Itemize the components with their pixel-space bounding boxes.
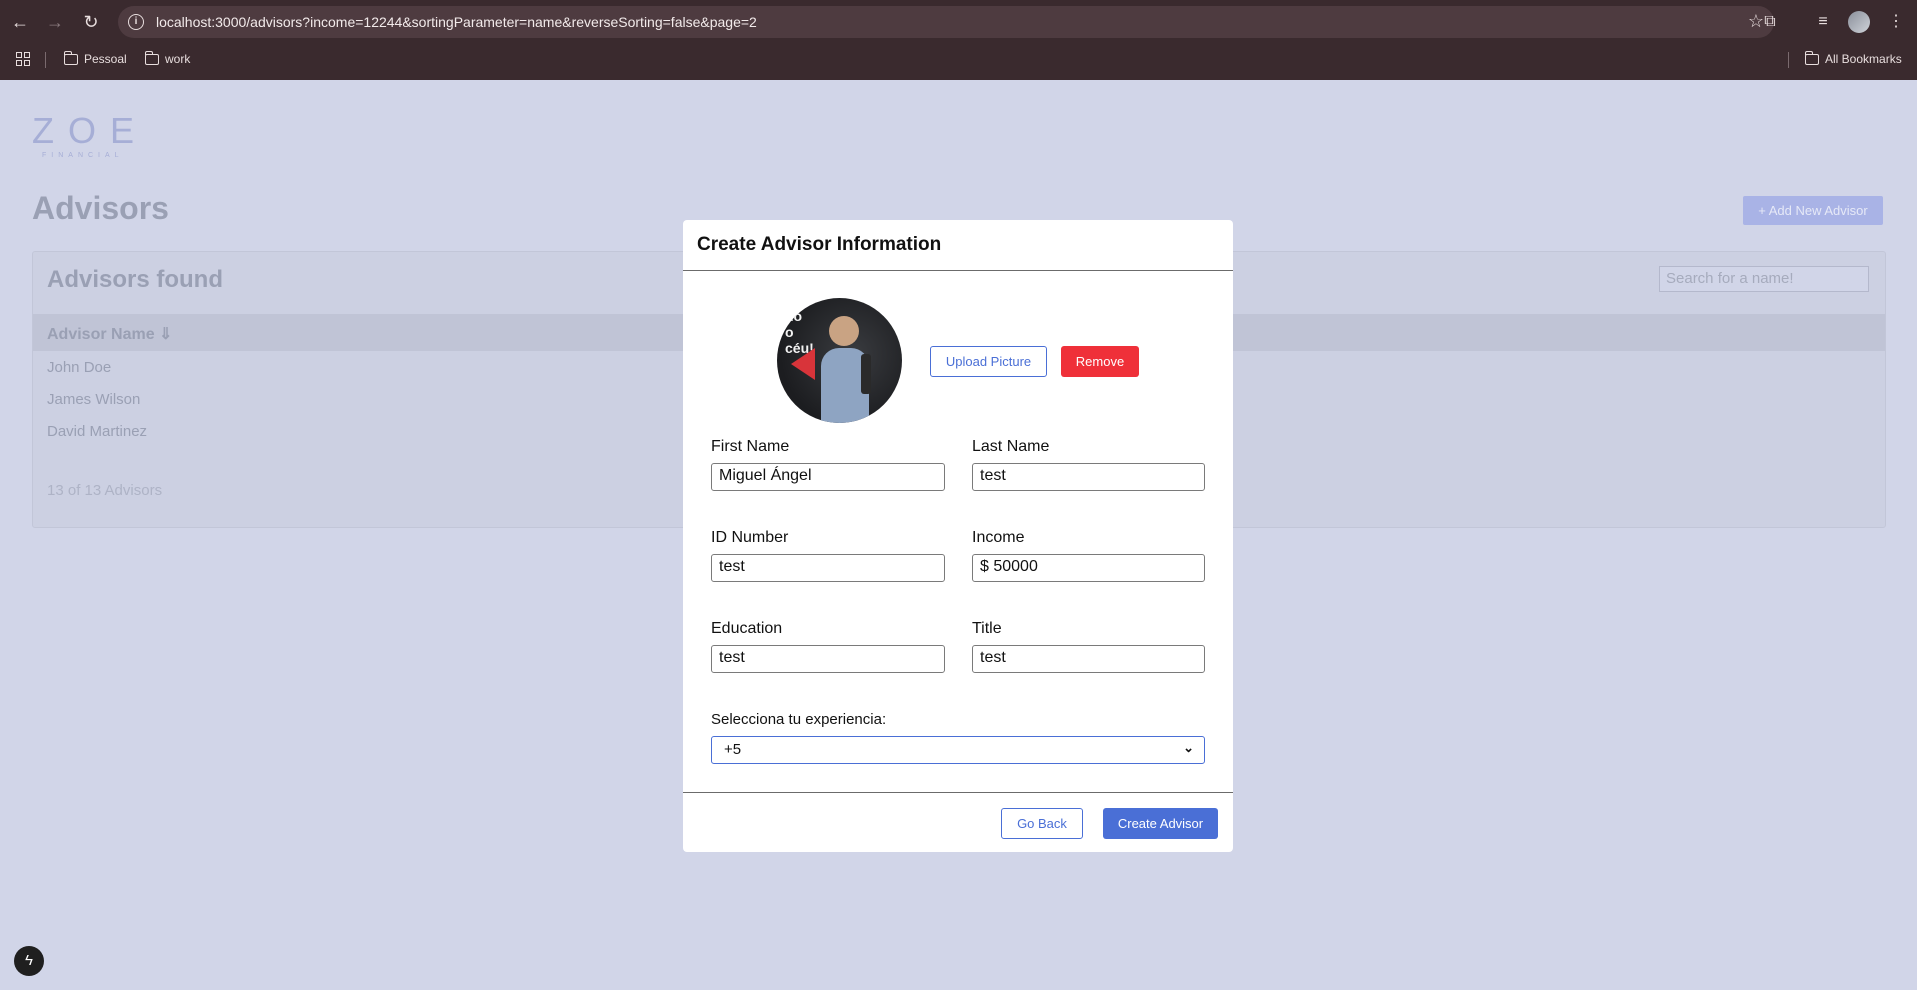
all-bookmarks-label: All Bookmarks <box>1825 52 1902 66</box>
bookmark-separator <box>1788 52 1789 68</box>
folder-icon <box>1804 50 1819 65</box>
education-label: Education <box>711 620 783 637</box>
experience-select[interactable]: +5 ⌄ <box>711 736 1205 764</box>
logo-sub: FINANCIAL <box>42 152 124 159</box>
profile-avatar[interactable] <box>1848 11 1870 33</box>
table-row[interactable]: John Doe <box>47 359 111 376</box>
education-field[interactable]: test <box>711 645 945 673</box>
table-row[interactable]: James Wilson <box>47 391 140 408</box>
modal-footer-divider <box>683 792 1233 793</box>
search-input[interactable]: Search for a name! <box>1659 266 1869 292</box>
first-name-field[interactable]: Miguel Ángel <box>711 463 945 491</box>
site-info-icon[interactable]: i <box>128 14 144 30</box>
upload-picture-button[interactable]: Upload Picture <box>930 346 1047 377</box>
last-name-field[interactable]: test <box>972 463 1205 491</box>
url-text[interactable]: localhost:3000/advisors?income=12244&sor… <box>156 14 757 30</box>
extensions-icon[interactable]: ⧉ <box>1758 10 1782 34</box>
first-name-label: First Name <box>711 438 790 455</box>
last-name-label: Last Name <box>972 438 1050 455</box>
create-advisor-button[interactable]: Create Advisor <box>1103 808 1218 839</box>
media-control-icon[interactable]: ≡ <box>1811 10 1835 34</box>
all-bookmarks[interactable]: All Bookmarks <box>1804 50 1902 66</box>
back-arrow-icon[interactable]: ← <box>8 10 32 34</box>
go-back-button[interactable]: Go Back <box>1001 808 1083 839</box>
folder-icon <box>144 50 159 65</box>
bookmark-separator <box>45 52 46 68</box>
zoe-logo[interactable]: ZOE FINANCIAL <box>32 110 148 159</box>
sort-by-name-header[interactable]: Advisor Name ⇓ <box>47 324 172 344</box>
id-number-field[interactable]: test <box>711 554 945 582</box>
page-title: Advisors <box>32 190 169 226</box>
bookmark-label: work <box>165 52 191 66</box>
card-title: Advisors found <box>47 266 224 293</box>
folder-icon <box>63 50 78 65</box>
remove-picture-button[interactable]: Remove <box>1061 346 1139 377</box>
modal-header-divider <box>683 270 1233 271</box>
experience-label: Selecciona tu experiencia: <box>711 711 887 728</box>
income-label: Income <box>972 529 1025 546</box>
reload-icon[interactable]: ↻ <box>79 10 103 34</box>
advisor-avatar: no o céu! <box>777 298 902 423</box>
menu-dots-icon[interactable]: ⋮ <box>1884 10 1908 34</box>
bookmark-work[interactable]: work <box>144 50 191 66</box>
browser-chrome: ← → ↻ i localhost:3000/advisors?income=1… <box>0 0 1917 80</box>
logo-main: ZOE <box>32 110 149 151</box>
results-count: 13 of 13 Advisors <box>47 482 163 499</box>
bookmarks-bar <box>0 44 1917 80</box>
bolt-icon[interactable]: ϟ <box>14 946 44 976</box>
forward-arrow-icon[interactable]: → <box>43 10 67 34</box>
table-row[interactable]: David Martinez <box>47 423 147 440</box>
add-advisor-button[interactable]: + Add New Advisor <box>1743 196 1883 225</box>
browser-toolbar: ← → ↻ i localhost:3000/advisors?income=1… <box>0 0 1917 44</box>
apps-grid-icon[interactable] <box>16 52 30 66</box>
bookmark-label: Pessoal <box>84 52 127 66</box>
address-bar[interactable]: i localhost:3000/advisors?income=12244&s… <box>118 6 1774 38</box>
title-field[interactable]: test <box>972 645 1205 673</box>
experience-value: +5 <box>724 741 742 758</box>
title-label: Title <box>972 620 1002 637</box>
create-advisor-modal: Create Advisor Information no o céu! Uploa… <box>683 220 1233 852</box>
modal-title: Create Advisor Information <box>697 234 942 255</box>
bookmark-pessoal[interactable]: Pessoal <box>63 50 127 66</box>
chevron-down-icon: ⌄ <box>1183 740 1194 755</box>
id-number-label: ID Number <box>711 529 789 546</box>
income-field[interactable]: $ 50000 <box>972 554 1205 582</box>
